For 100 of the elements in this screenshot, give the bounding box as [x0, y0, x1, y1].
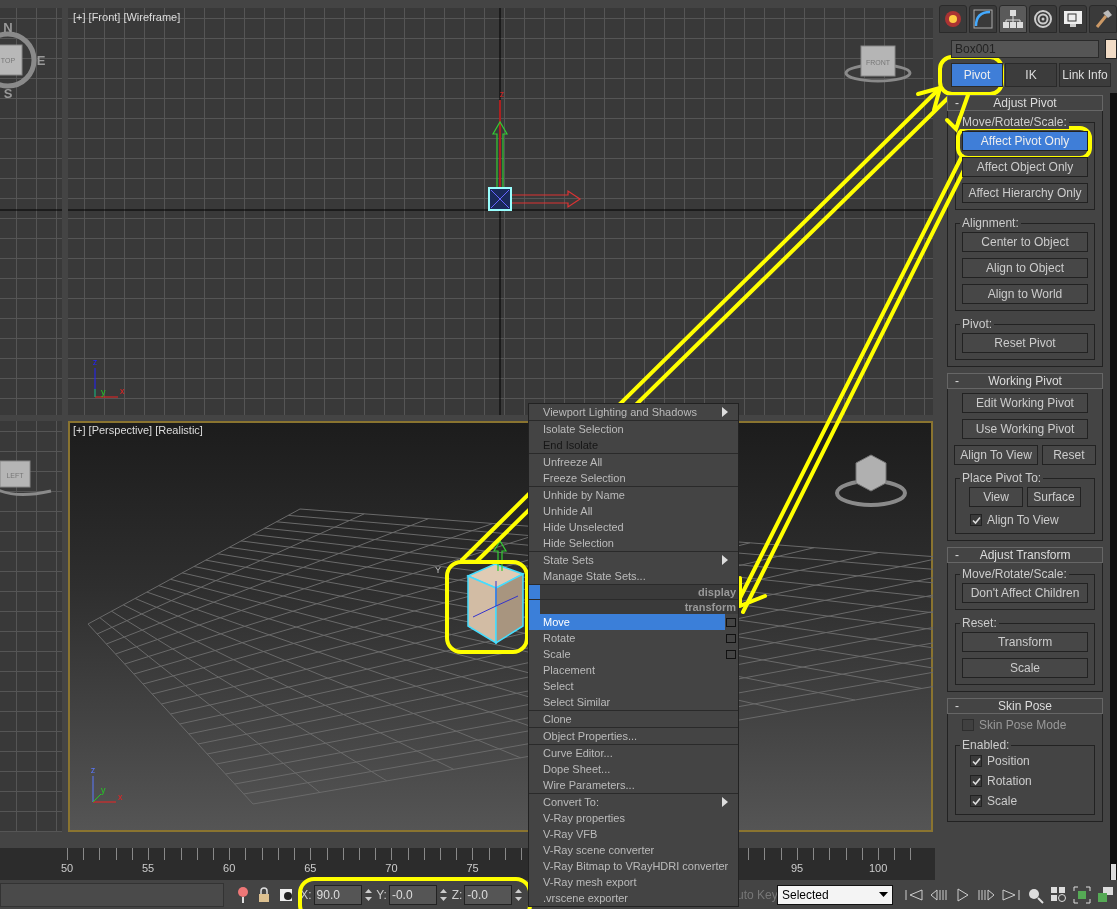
panel-button[interactable]: Affect Object Only — [962, 157, 1089, 177]
frame-number: 50 — [59, 862, 75, 874]
menu-item[interactable]: V-Ray properties — [529, 810, 738, 826]
axis-label: x — [120, 386, 125, 396]
viewcube-drawing[interactable] — [0, 460, 52, 497]
checkbox[interactable] — [970, 755, 983, 767]
sun-icon — [943, 9, 963, 29]
panel-tab[interactable] — [1089, 5, 1117, 33]
menu-item[interactable]: Unhide All — [529, 503, 738, 519]
checkbox[interactable] — [970, 514, 983, 526]
viewport-label[interactable]: [+] [Perspective] [Realistic] — [73, 424, 203, 436]
frame-number: 65 — [303, 862, 318, 874]
viewport-label[interactable]: [+] [Front] [Wireframe] — [73, 11, 181, 23]
rollout-header[interactable]: - Adjust Transform — [947, 547, 1104, 563]
panel-button[interactable]: Align to World — [962, 284, 1089, 304]
panel-tab[interactable] — [939, 5, 967, 33]
menu-item[interactable]: Hide Unselected — [529, 519, 738, 535]
hammer-icon — [1093, 9, 1113, 29]
panel-button[interactable]: Use Working Pivot — [962, 419, 1089, 439]
menu-item[interactable]: Unfreeze All — [529, 454, 738, 470]
menu-item[interactable]: State Sets — [529, 552, 738, 568]
scrollbar[interactable] — [1110, 93, 1117, 880]
checkbox-label: Scale — [987, 794, 1018, 808]
zoom-all-icon[interactable] — [1049, 885, 1068, 904]
viewcube-drawing[interactable] — [844, 45, 912, 83]
previous-frame-icon[interactable] — [929, 887, 949, 902]
panel-subtab[interactable]: Pivot — [951, 63, 1003, 87]
panel-button[interactable]: View — [969, 487, 1024, 507]
box-object[interactable] — [466, 563, 525, 645]
panel-button[interactable]: Reset Pivot — [962, 333, 1089, 353]
zoom-extents-icon[interactable] — [1073, 885, 1091, 904]
panel-button[interactable]: Align to Object — [962, 258, 1089, 278]
viewcube-drawing[interactable] — [835, 454, 907, 507]
menu-item[interactable]: Scale — [529, 646, 738, 662]
frame-number: 70 — [384, 862, 399, 874]
menu-item[interactable]: Curve Editor... — [529, 745, 738, 761]
panel-button[interactable]: Reset — [1041, 445, 1096, 465]
panel-button[interactable]: Affect Pivot Only — [962, 131, 1089, 151]
panel-button[interactable]: Center to Object — [962, 232, 1089, 252]
panel-tab[interactable] — [1029, 5, 1057, 33]
selection-filter-dropdown[interactable]: Selected — [776, 884, 893, 905]
box-wireframe[interactable] — [488, 187, 512, 211]
menu-item[interactable]: Clone — [529, 711, 738, 727]
menu-item[interactable]: Select — [529, 678, 738, 694]
menu-item[interactable]: Unhide by Name — [529, 487, 738, 503]
checkbox[interactable] — [970, 795, 983, 807]
menu-item[interactable]: Convert To: — [529, 794, 738, 810]
frame-number: 55 — [140, 862, 156, 874]
checkbox-label: Position — [987, 754, 1030, 768]
menu-item[interactable]: Rotate — [529, 630, 738, 646]
selection-icon[interactable] — [278, 886, 293, 903]
panel-button[interactable]: Transform — [962, 632, 1089, 652]
panel-button[interactable]: Surface — [1027, 487, 1082, 507]
object-color-swatch[interactable] — [1105, 39, 1117, 59]
menu-item[interactable]: Freeze Selection — [529, 470, 738, 486]
checkbox[interactable] — [970, 775, 983, 787]
coordinate-field[interactable]: -0.0 — [388, 884, 437, 905]
panel-tab[interactable] — [999, 5, 1027, 33]
menu-item[interactable]: V-Ray Bitmap to VRayHDRI converter — [529, 858, 738, 874]
submenu-arrow-icon — [722, 797, 728, 807]
menu-item[interactable]: Object Properties... — [529, 728, 738, 744]
menu-item[interactable]: .vrscene exporter — [529, 890, 738, 906]
frame-number: 75 — [465, 862, 480, 874]
panel-subtab[interactable]: IK — [1005, 63, 1057, 87]
coordinate-field[interactable]: -0.0 — [464, 884, 513, 905]
rollout-header[interactable]: - Skin Pose — [947, 698, 1104, 714]
menu-item[interactable]: Isolate Selection — [529, 421, 738, 437]
next-frame-icon[interactable] — [976, 887, 996, 902]
panel-tab[interactable] — [969, 5, 997, 33]
go-to-start-icon[interactable] — [904, 887, 924, 902]
menu-item[interactable]: Manage State Sets... — [529, 568, 738, 584]
checkbox-label: Skin Pose Mode — [979, 718, 1067, 732]
panel-button[interactable]: Edit Working Pivot — [962, 393, 1089, 413]
axis-label: z — [499, 89, 505, 99]
rollout-header[interactable]: - Adjust Pivot — [947, 95, 1104, 111]
quad-menu-header: display — [529, 585, 738, 599]
menu-item[interactable]: Dope Sheet... — [529, 761, 738, 777]
menu-item[interactable]: Select Similar — [529, 694, 738, 710]
panel-button[interactable]: Don't Affect Children — [962, 583, 1089, 603]
menu-item[interactable]: Move — [529, 614, 738, 630]
panel-button[interactable]: Affect Hierarchy Only — [962, 183, 1089, 203]
pin-icon[interactable] — [235, 885, 250, 904]
go-to-end-icon[interactable] — [1001, 887, 1021, 902]
group-label: Move/Rotate/Scale: — [960, 567, 1069, 581]
panel-button[interactable]: Align To View — [954, 445, 1038, 465]
menu-item[interactable]: Hide Selection — [529, 535, 738, 551]
panel-subtab[interactable]: Link Info — [1059, 63, 1111, 87]
panel-button[interactable]: Scale — [962, 658, 1089, 678]
move-gizmo[interactable] — [492, 539, 508, 572]
checkbox-label: Align To View — [987, 513, 1059, 527]
play-icon[interactable] — [954, 886, 970, 903]
zoom-extents-all-icon[interactable] — [1096, 885, 1114, 904]
coordinate-field[interactable]: 90.0 — [313, 884, 362, 905]
lock-icon[interactable] — [257, 886, 271, 903]
concentric-circles-icon — [1033, 9, 1053, 29]
panel-tab[interactable] — [1059, 5, 1087, 33]
menu-item[interactable]: Viewport Lighting and Shadows — [529, 404, 738, 420]
menu-item[interactable]: Wire Parameters... — [529, 777, 738, 793]
rollout-header[interactable]: - Working Pivot — [947, 373, 1104, 389]
menu-item[interactable]: Placement — [529, 662, 738, 678]
